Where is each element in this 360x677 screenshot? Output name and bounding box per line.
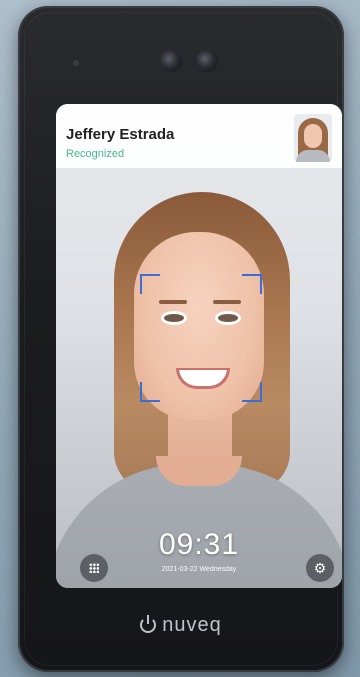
camera-feed-face [134,232,264,420]
avatar-face [304,124,322,148]
face-recognition-terminal: Jeffery Estrada Recognized 09:31 2021-03… [18,6,344,672]
person-name: Jeffery Estrada [66,126,175,143]
apps-button[interactable] [80,554,108,582]
camera-feed-brow-left [159,300,187,304]
settings-button[interactable]: ⚙ [306,554,334,582]
brand-logo: nuveq [18,614,344,637]
power-icon [140,615,157,633]
brand-logo-text: nuveq [162,614,222,636]
grid-icon [89,563,99,573]
camera-feed-collar [156,456,242,486]
camera-feed-hair [114,192,290,492]
avatar-body [296,150,330,162]
clock-date: 2021-03-22 Wednesday [161,566,237,573]
ir-sensor [73,60,79,66]
frame-corner-bottom-right [242,382,262,402]
person-avatar [294,114,332,162]
recognition-header: Jeffery Estrada Recognized [56,104,342,168]
camera-lens-left [160,50,182,72]
camera-feed-brow-right [213,300,241,304]
frame-corner-bottom-left [140,382,160,402]
camera-feed-shirt [56,464,342,588]
camera-feed-eye-left [164,314,184,322]
gear-icon: ⚙ [313,560,327,576]
camera-feed-neck [168,404,232,494]
clock-time: 09:31 [158,528,240,561]
avatar-hair [298,118,328,162]
device-screen: Jeffery Estrada Recognized 09:31 2021-03… [56,104,342,588]
camera-feed-smile [176,368,230,389]
camera-feed-eye-right [218,314,238,322]
frame-corner-top-left [140,274,160,294]
frame-corner-top-right [242,274,262,294]
camera-lens-right [196,50,218,72]
recognition-status: Recognized [66,148,125,160]
